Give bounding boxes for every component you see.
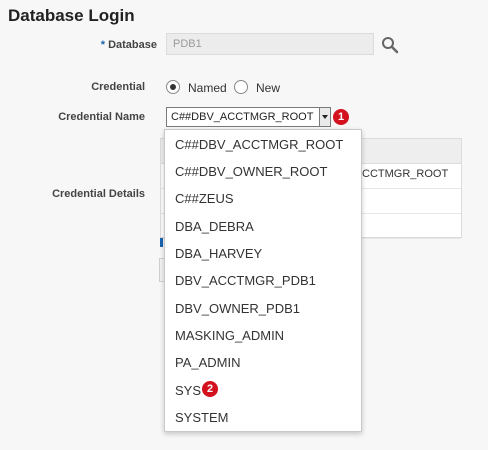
dropdown-option[interactable]: DBV_OWNER_PDB1 [175, 301, 300, 316]
required-marker: * [100, 39, 106, 51]
dropdown-option[interactable]: SYSTEM [175, 410, 228, 425]
dropdown-option[interactable]: C##DBV_OWNER_ROOT [175, 164, 327, 179]
dropdown-option[interactable]: DBA_DEBRA [175, 219, 254, 234]
dropdown-option[interactable]: MASKING_ADMIN [175, 328, 284, 343]
callout-badge-2: 2 [202, 381, 218, 397]
credential-new-radio[interactable] [234, 80, 248, 94]
credential-named-radio[interactable] [166, 80, 180, 94]
dropdown-option[interactable]: C##ZEUS [175, 191, 234, 206]
dropdown-option[interactable]: C##DBV_ACCTMGR_ROOT [175, 137, 343, 152]
credential-named-label[interactable]: Named [188, 81, 227, 95]
chevron-down-icon[interactable] [319, 107, 331, 127]
page-title: Database Login [8, 6, 135, 25]
credential-new-label[interactable]: New [256, 81, 280, 95]
dropdown-option[interactable]: DBV_ACCTMGR_PDB1 [175, 273, 316, 288]
credential-name-label: Credential Name [58, 111, 145, 123]
callout-badge-1: 1 [333, 109, 349, 125]
dropdown-option[interactable]: DBA_HARVEY [175, 246, 262, 261]
database-field[interactable]: PDB1 [166, 33, 374, 55]
credential-label: Credential [91, 81, 145, 93]
credential-name-dropdown: C##DBV_ACCTMGR_ROOT C##DBV_OWNER_ROOT C#… [164, 129, 362, 432]
search-icon[interactable] [381, 36, 399, 54]
dropdown-option[interactable]: PA_ADMIN [175, 355, 241, 370]
database-label-text: Database [108, 39, 157, 51]
dropdown-option-sys[interactable]: SYS [175, 383, 201, 398]
credential-name-select[interactable]: C##DBV_ACCTMGR_ROOT [166, 107, 330, 127]
database-label: * Database [17, 39, 157, 51]
details-link[interactable] [160, 238, 163, 247]
credential-details-value: CCTMGR_ROOT [362, 168, 449, 180]
credential-details-label: Credential Details [52, 188, 145, 200]
